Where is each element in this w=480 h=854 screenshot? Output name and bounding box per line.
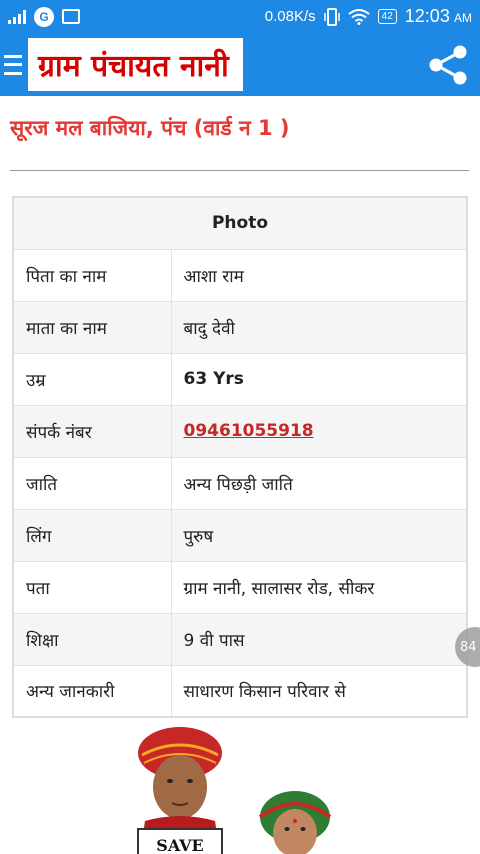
row-value-gender: पुरुष: [170, 508, 468, 562]
signal-icon: [8, 9, 26, 24]
row-label-gender: लिंग: [12, 508, 172, 562]
table-row: जाति अन्य पिछड़ी जाति: [12, 456, 468, 510]
row-label-address: पता: [12, 560, 172, 614]
page-title: सूरज मल बाजिया, पंच (वार्ड न 1 ): [10, 116, 290, 140]
wifi-icon: [348, 8, 370, 25]
info-table: Photo पिता का नाम आशा राम माता का नाम बा…: [12, 196, 468, 718]
children-illustration: SAVE: [137, 727, 332, 854]
table-row: संपर्क नंबर 09461055918: [12, 404, 468, 458]
row-value-address: ग्राम नानी, सालासर रोड, सीकर: [170, 560, 468, 614]
row-value-father: आशा राम: [170, 248, 468, 302]
battery-icon: 42: [377, 9, 397, 24]
network-speed: 0.08K/s: [264, 8, 316, 25]
table-row: Photo: [12, 196, 468, 250]
table-row: लिंग पुरुष: [12, 508, 468, 562]
table-row: अन्य जानकारी साधारण किसान परिवार से: [12, 664, 468, 718]
app-bar: ग्राम पंचायत नानी: [0, 33, 480, 96]
row-label-mother: माता का नाम: [12, 300, 172, 354]
row-value-other-info: साधारण किसान परिवार से: [170, 664, 468, 718]
vibrate-icon: [323, 7, 340, 26]
banner-image: SAVE: [120, 725, 380, 854]
row-label-other-info: अन्य जानकारी: [12, 664, 172, 718]
row-value-caste: अन्य पिछड़ी जाति: [170, 456, 468, 510]
sign-text: SAVE: [156, 836, 203, 854]
share-icon[interactable]: [426, 45, 470, 85]
table-row: पिता का नाम आशा राम: [12, 248, 468, 302]
table-row: माता का नाम बादु देवी: [12, 300, 468, 354]
row-label-caste: जाति: [12, 456, 172, 510]
table-row: पता ग्राम नानी, सालासर रोड, सीकर: [12, 560, 468, 614]
table-row: उम्र 63 Yrs: [12, 352, 468, 406]
image-notification-icon: [62, 9, 80, 24]
row-label-contact: संपर्क नंबर: [12, 404, 172, 458]
divider: [10, 170, 469, 171]
app-notification-icon: G: [34, 6, 54, 27]
photo-header: Photo: [12, 196, 468, 250]
row-value-age: 63 Yrs: [170, 352, 468, 406]
row-label-education: शिक्षा: [12, 612, 172, 666]
clock-time: 12:03: [404, 6, 450, 26]
row-label-father: पिता का नाम: [12, 248, 172, 302]
app-title: ग्राम पंचायत नानी: [28, 38, 243, 91]
table-row: शिक्षा 9 वी पास: [12, 612, 468, 666]
menu-icon[interactable]: [4, 54, 22, 75]
status-bar: G 0.08K/s 42 12:03 AM: [0, 0, 480, 33]
row-value-mother: बादु देवी: [170, 300, 468, 354]
clock-ampm: AM: [454, 11, 472, 25]
row-label-age: उम्र: [12, 352, 172, 406]
phone-link[interactable]: 09461055918: [184, 421, 314, 441]
row-value-education: 9 वी पास: [170, 612, 468, 666]
